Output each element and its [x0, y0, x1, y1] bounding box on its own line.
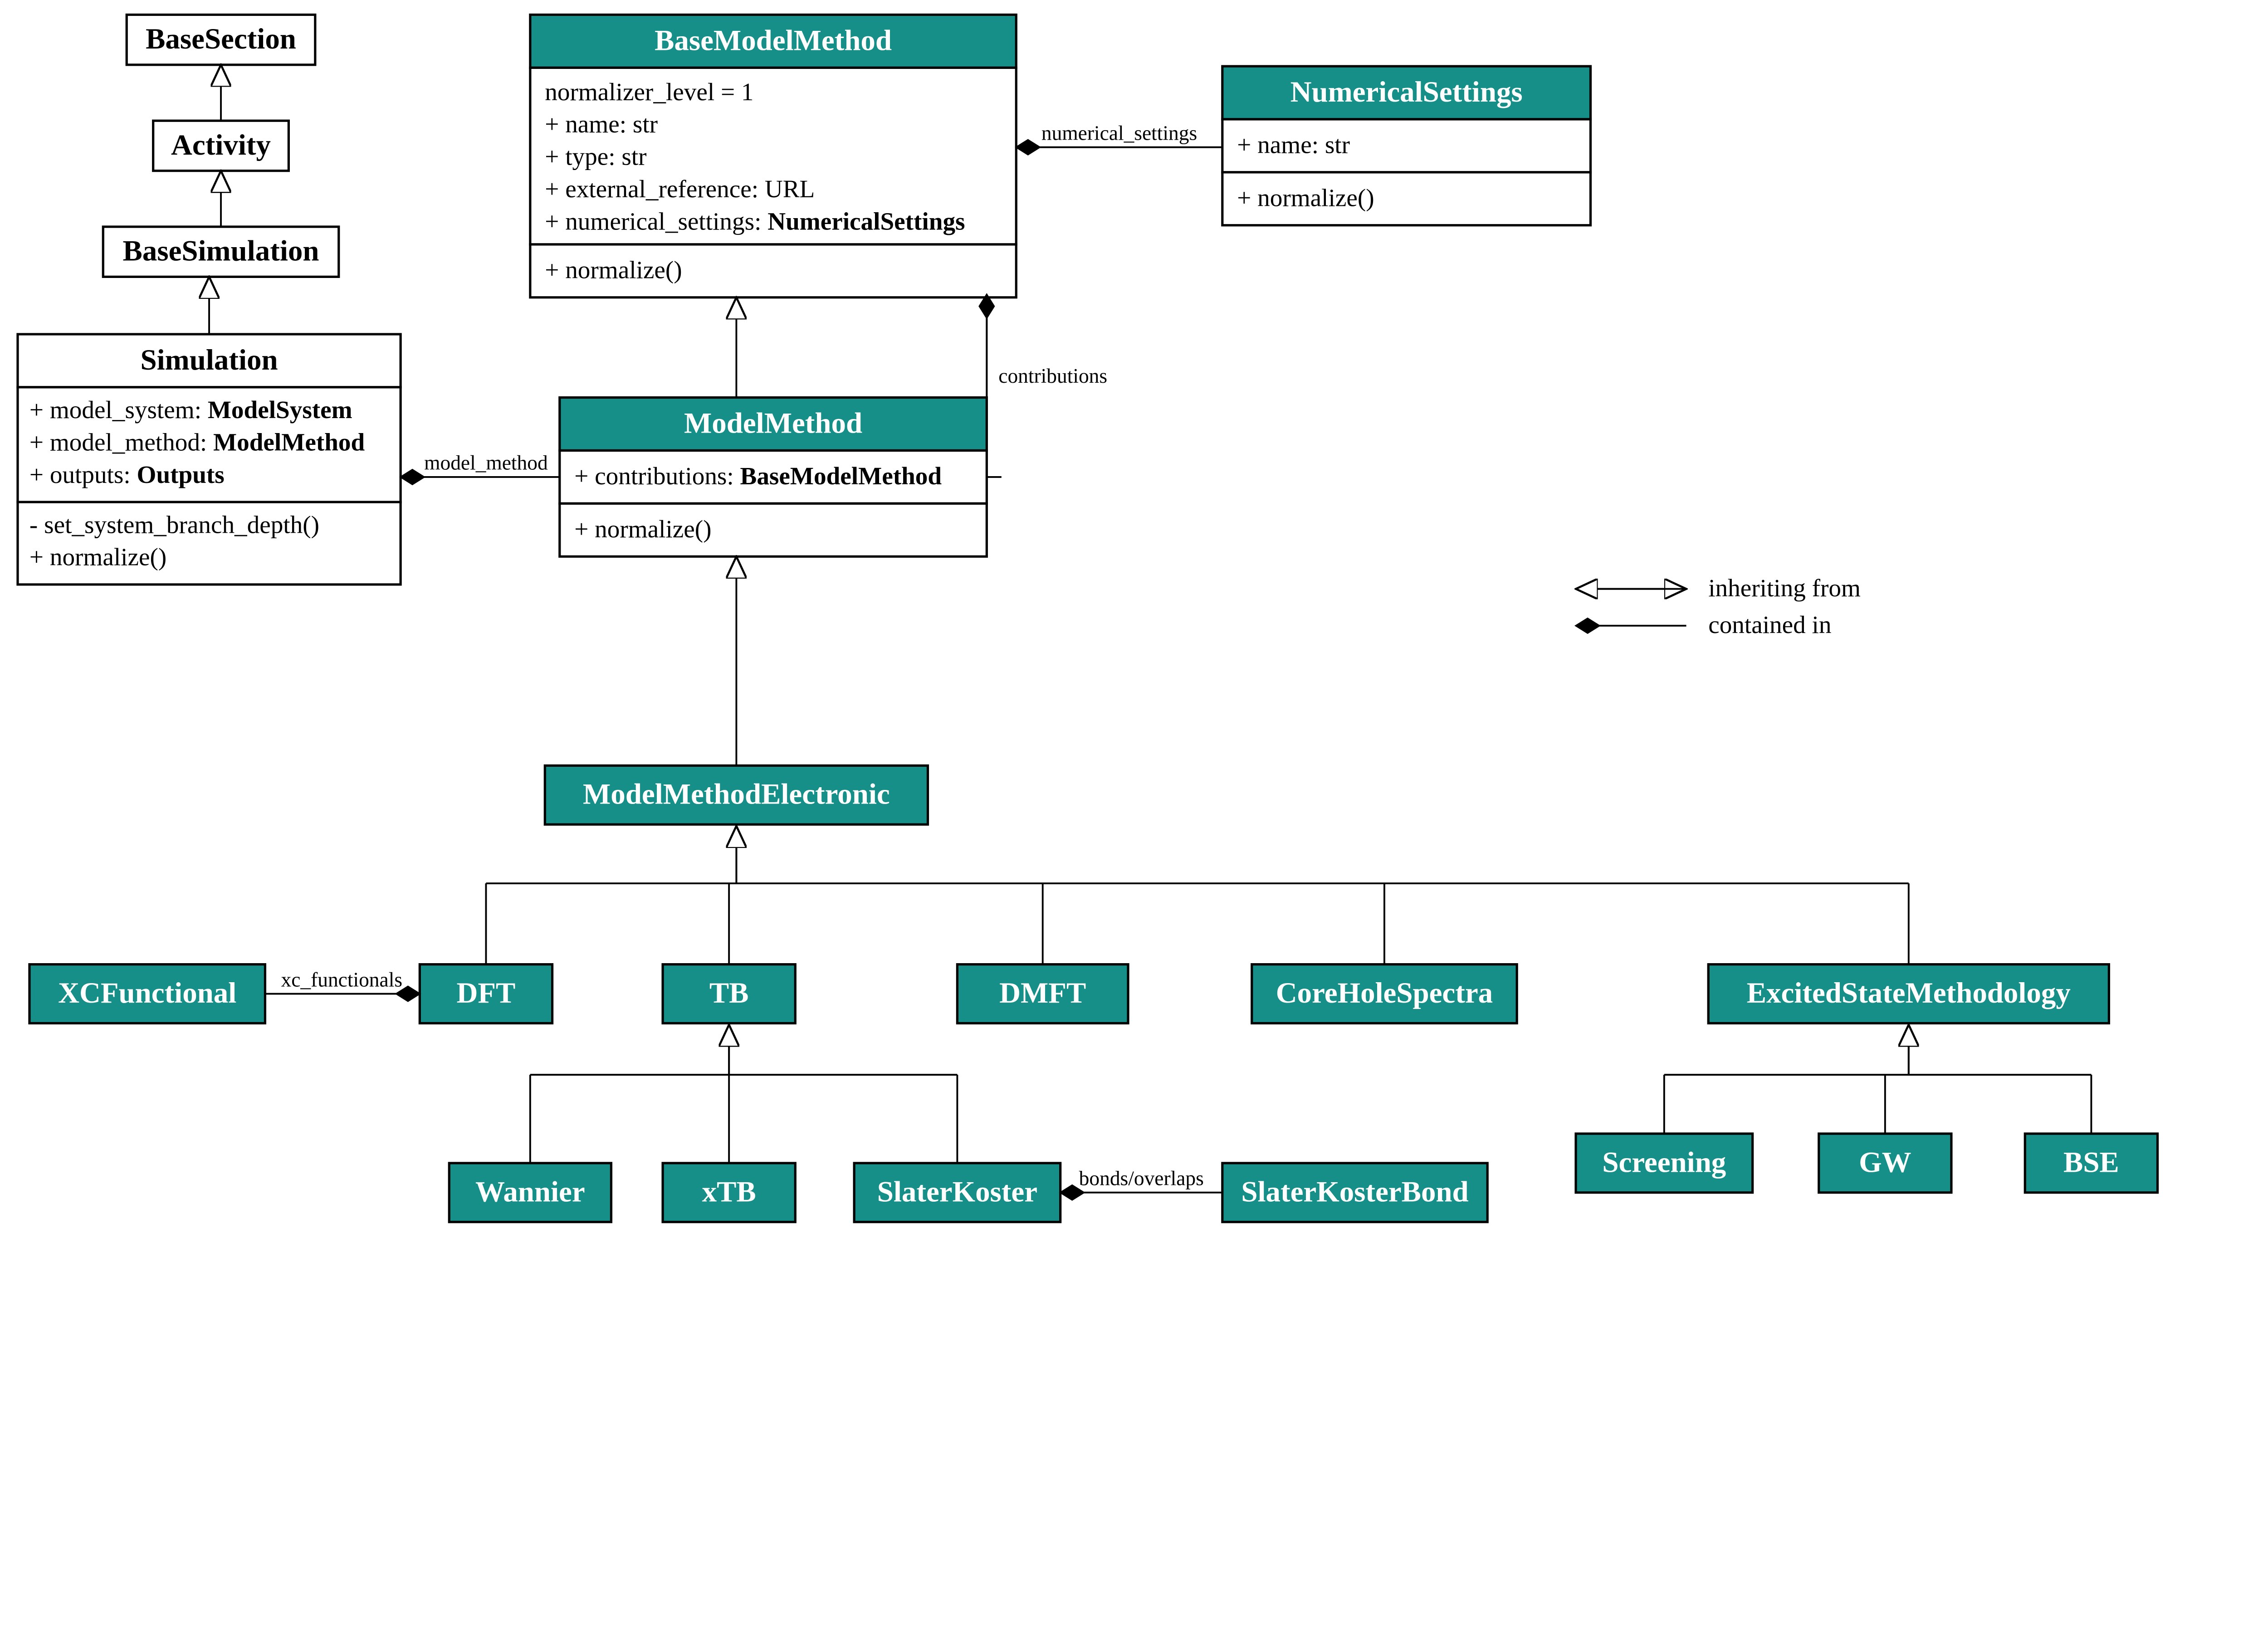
BaseModelMethod-title: BaseModelMethod — [655, 24, 892, 57]
Wannier-title: Wannier — [475, 1175, 585, 1208]
class-Screening: Screening — [1576, 1134, 1753, 1193]
ExcitedStateMethodology-title: ExcitedStateMethodology — [1747, 977, 2071, 1009]
edge-numerical-settings-label: numerical_settings — [1041, 121, 1197, 144]
class-xTB: xTB — [663, 1163, 795, 1222]
legend-contained-label: contained in — [1708, 611, 1831, 638]
class-DFT: DFT — [420, 965, 552, 1023]
uml-diagram: BaseSection Activity BaseSimulation Simu… — [0, 0, 2268, 1340]
class-ExcitedStateMethodology: ExcitedStateMethodology — [1708, 965, 2109, 1023]
xTB-title: xTB — [702, 1175, 756, 1208]
ModelMethod-op-0: + normalize() — [574, 515, 711, 543]
class-BaseModelMethod: BaseModelMethod normalizer_level = 1 + n… — [530, 15, 1016, 297]
ModelMethodElectronic-title: ModelMethodElectronic — [583, 778, 890, 811]
class-GW: GW — [1819, 1134, 1951, 1193]
class-SlaterKoster: SlaterKoster — [854, 1163, 1061, 1222]
class-Simulation: Simulation + model_system: ModelSystem +… — [18, 334, 401, 585]
NumericalSettings-attr-0: + name: str — [1237, 131, 1350, 159]
Simulation-title: Simulation — [141, 344, 278, 376]
BaseModelMethod-attr-1: + name: str — [545, 110, 658, 138]
edge-bonds-overlaps-label: bonds/overlaps — [1079, 1167, 1204, 1190]
ModelMethod-title: ModelMethod — [684, 407, 862, 440]
class-BaseSimulation: BaseSimulation — [103, 227, 338, 277]
Screening-title: Screening — [1602, 1146, 1726, 1179]
DMFT-title: DMFT — [999, 977, 1086, 1009]
Simulation-op-0: - set_system_branch_depth() — [29, 511, 319, 538]
TB-title: TB — [709, 977, 749, 1009]
Simulation-op-1: + normalize() — [29, 543, 166, 571]
Simulation-attr-2: + outputs: Outputs — [29, 461, 225, 488]
class-TB: TB — [663, 965, 795, 1023]
BSE-title: BSE — [2063, 1146, 2119, 1179]
DFT-title: DFT — [457, 977, 516, 1009]
class-ModelMethodElectronic: ModelMethodElectronic — [545, 765, 928, 824]
BaseModelMethod-attr-0: normalizer_level = 1 — [545, 78, 753, 106]
BaseSimulation-title: BaseSimulation — [123, 235, 319, 268]
edge-model-method-label: model_method — [424, 451, 548, 474]
BaseModelMethod-attr-2: + type: str — [545, 143, 646, 171]
NumericalSettings-op-0: + normalize() — [1237, 184, 1374, 212]
XCFunctional-title: XCFunctional — [58, 977, 236, 1009]
class-BaseSection: BaseSection — [127, 15, 315, 64]
class-SlaterKosterBond: SlaterKosterBond — [1222, 1163, 1487, 1222]
BaseSection-title: BaseSection — [146, 23, 296, 55]
BaseModelMethod-attr-3: + external_reference: URL — [545, 175, 815, 203]
CoreHoleSpectra-title: CoreHoleSpectra — [1276, 977, 1493, 1009]
class-NumericalSettings: NumericalSettings + name: str + normaliz… — [1222, 66, 1591, 225]
Activity-title: Activity — [171, 129, 271, 161]
Simulation-attr-0: + model_system: ModelSystem — [29, 396, 352, 424]
class-ModelMethod: ModelMethod + contributions: BaseModelMe… — [560, 398, 987, 557]
edge-contributions-label: contributions — [998, 364, 1107, 387]
edge-xc-functionals-label: xc_functionals — [281, 968, 403, 991]
ModelMethod-attr-0: + contributions: BaseModelMethod — [574, 462, 942, 490]
BaseModelMethod-attr-4: + numerical_settings: NumericalSettings — [545, 207, 965, 235]
class-CoreHoleSpectra: CoreHoleSpectra — [1252, 965, 1517, 1023]
SlaterKoster-title: SlaterKoster — [877, 1175, 1037, 1208]
class-Activity: Activity — [153, 121, 289, 171]
SlaterKosterBond-title: SlaterKosterBond — [1241, 1175, 1468, 1208]
NumericalSettings-title: NumericalSettings — [1290, 76, 1523, 108]
GW-title: GW — [1859, 1146, 1911, 1179]
Simulation-attr-1: + model_method: ModelMethod — [29, 429, 365, 456]
class-XCFunctional: XCFunctional — [29, 965, 265, 1023]
legend: inheriting from contained in — [1576, 574, 1861, 638]
class-BSE: BSE — [2025, 1134, 2157, 1193]
legend-inherit-label: inheriting from — [1708, 574, 1861, 602]
BaseModelMethod-op-0: + normalize() — [545, 256, 682, 284]
class-DMFT: DMFT — [957, 965, 1128, 1023]
class-Wannier: Wannier — [449, 1163, 611, 1222]
